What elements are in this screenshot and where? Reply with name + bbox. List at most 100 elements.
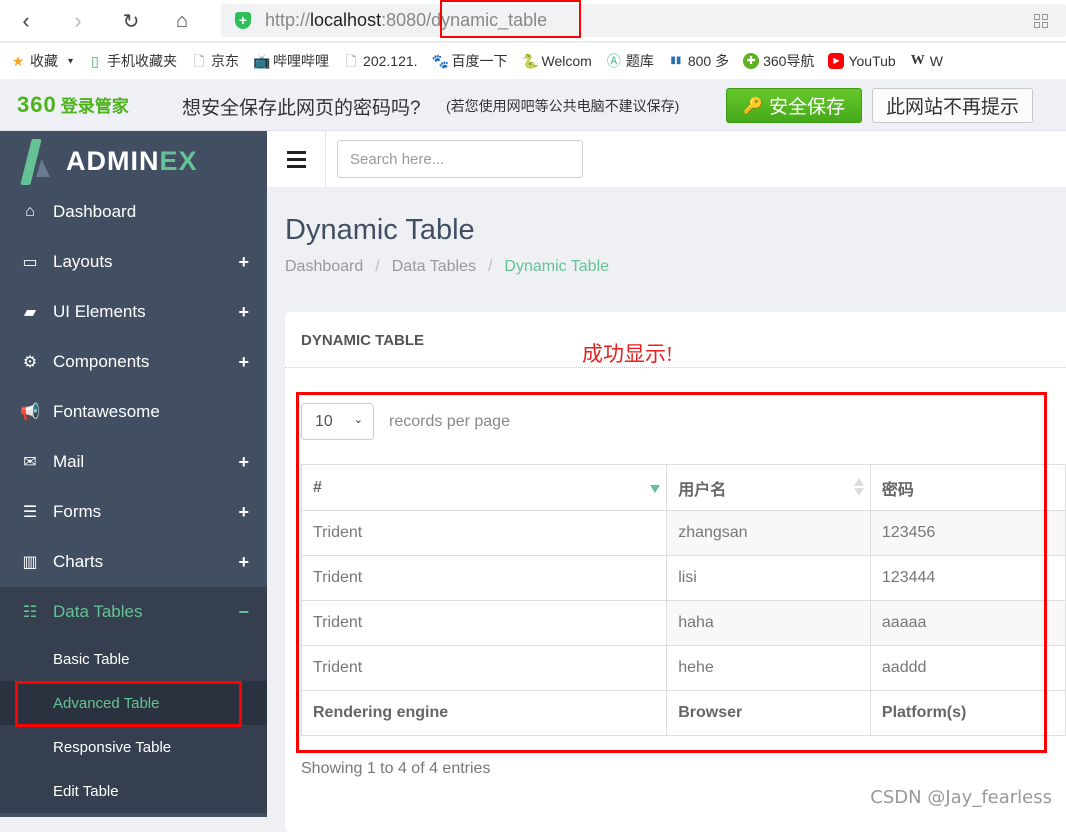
url-highlight-box (440, 0, 581, 38)
sidebar-item-fontawesome[interactable]: 📢 Fontawesome (0, 387, 267, 437)
sidebar-item-components[interactable]: ⚙ Components + (0, 337, 267, 387)
envelope-icon: ✉ (23, 454, 37, 471)
submenu-item-responsive-table[interactable]: Responsive Table (0, 725, 267, 769)
bullhorn-icon: 📢 (20, 404, 40, 421)
sidebar-item-label: Components (53, 352, 150, 371)
bookmark-baidu[interactable]: 🐾 百度一下 (432, 51, 508, 71)
bookmark-favorites[interactable]: ★ 收藏 ▾ (10, 51, 73, 71)
submenu-item-basic-table[interactable]: Basic Table (0, 637, 267, 681)
sidebar-item-layouts[interactable]: ▭ Layouts + (0, 237, 267, 287)
panel-title: DYNAMIC TABLE (301, 332, 425, 349)
save-password-note: (若您使用网吧等公共电脑不建议保存) (446, 98, 680, 114)
bookmark-mobile[interactable]: ▯ 手机收藏夹 (87, 51, 177, 71)
plus-icon[interactable]: + (238, 302, 249, 323)
bookmark-label: 京东 (211, 53, 240, 69)
bookmark-python[interactable]: 🐍 Welcom (522, 53, 592, 69)
address-bar[interactable]: + http://localhost:8080/dynamic_table (221, 4, 1066, 37)
bookmark-ip[interactable]: 🗋 202.121. (343, 53, 418, 69)
bookmarks-bar: ★ 收藏 ▾ ▯ 手机收藏夹 🗋 京东 📺 哔哩哔哩 🗋 202.121. 🐾 百度一下 🐍 W… (0, 43, 1066, 79)
bookmark-800[interactable]: ▮▮ 800 多 (668, 51, 729, 71)
bookmark-label: Welcom (541, 53, 592, 69)
column-header-username[interactable]: 用户名 (666, 464, 871, 511)
safe-save-label: 安全保存 (768, 97, 845, 118)
phone-icon: ▯ (91, 53, 99, 69)
data-tables-submenu: Basic Table Advanced Table Responsive Ta… (0, 637, 267, 813)
brand-name: ADMIN (66, 145, 160, 176)
breadcrumb-separator: / (375, 258, 380, 275)
sidebar-item-forms[interactable]: ☰ Forms + (0, 487, 267, 537)
table-cell: hehe (666, 645, 871, 691)
bookmark-label: 202.121. (363, 53, 418, 69)
bookmark-wikipedia[interactable]: WW (910, 53, 943, 69)
never-prompt-button[interactable]: 此网站不再提示 (872, 88, 1033, 123)
plus-icon[interactable]: + (238, 452, 249, 473)
bookmark-360nav[interactable]: ✚ 360导航 (743, 51, 814, 71)
table-cell: aaddd (869, 645, 1066, 691)
bookmark-jd[interactable]: 🗋 京东 (191, 51, 239, 71)
footer-cell: Rendering engine (300, 690, 668, 736)
qr-code-icon[interactable] (1034, 14, 1048, 28)
page-length-label: records per page (389, 412, 510, 430)
bars-icon: ▮▮ (670, 55, 682, 66)
table-cell: haha (666, 600, 871, 646)
sidebar-item-label: UI Elements (53, 302, 146, 321)
table-cell: Trident (300, 600, 668, 646)
plus-icon[interactable]: + (238, 252, 249, 273)
column-header-label: 密码 (881, 481, 914, 499)
bookmark-bilibili[interactable]: 📺 哔哩哔哩 (253, 51, 329, 71)
sidebar-item-data-tables[interactable]: ☷ Data Tables − (0, 587, 267, 637)
home-icon: ⌂ (175, 9, 189, 32)
url-host: localhost (310, 10, 382, 30)
submenu-item-advanced-table[interactable]: Advanced Table (0, 681, 267, 727)
table-cell: Trident (300, 510, 668, 556)
menu-toggle-button[interactable] (267, 131, 326, 187)
breadcrumb-dashboard[interactable]: Dashboard (285, 258, 363, 275)
sidebar-item-charts[interactable]: ▥ Charts + (0, 537, 267, 587)
page-icon: 🗋 (193, 53, 205, 69)
breadcrumb-current: Dynamic Table (504, 258, 610, 275)
sidebar-item-dashboard[interactable]: ⌂ Dashboard (0, 187, 267, 237)
column-header-id[interactable]: # (300, 464, 668, 511)
safe-save-button[interactable]: 🔑 安全保存 (726, 88, 862, 123)
plus-icon[interactable]: + (238, 352, 249, 373)
plus-icon[interactable]: + (238, 552, 249, 573)
minus-icon[interactable]: − (238, 602, 249, 623)
sort-desc-icon (650, 485, 661, 493)
sidebar-item-label: Dashboard (53, 202, 137, 221)
reload-button[interactable]: ↻ (117, 7, 145, 35)
star-icon: ★ (11, 53, 25, 69)
table-list-icon: ☷ (22, 604, 38, 621)
table-cell: 123456 (869, 510, 1066, 556)
top-header (267, 131, 1066, 187)
brand-logo[interactable]: ADMINEX (20, 136, 198, 186)
footer-cell: Browser (666, 690, 871, 736)
logo-number: 360 (17, 92, 57, 117)
search-input[interactable] (337, 140, 583, 178)
home-button[interactable]: ⌂ (168, 7, 196, 35)
brand-accent: EX (159, 145, 198, 176)
submenu-item-edit-table[interactable]: Edit Table (0, 769, 267, 813)
page-length-select[interactable]: 10 ⌄ (301, 403, 374, 440)
bookmark-youtube[interactable]: ▶ YouTub (828, 53, 896, 69)
back-button[interactable]: ‹ (12, 7, 40, 35)
sidebar-item-mail[interactable]: ✉ Mail + (0, 437, 267, 487)
table-row: Trident hehe aaddd (300, 645, 1066, 691)
laptop-icon: ▭ (22, 254, 38, 271)
youtube-icon: ▶ (828, 53, 845, 69)
column-header-label: 用户名 (678, 481, 727, 499)
breadcrumb-data-tables[interactable]: Data Tables (392, 258, 476, 275)
360-logo: 360 登录管家 (17, 92, 129, 118)
bookmark-label: W (929, 53, 943, 69)
data-table: # 用户名 密码 Trident zhangsan 123456 Trident… (300, 464, 1066, 736)
page-title: Dynamic Table (285, 214, 475, 246)
dropdown-icon[interactable]: ▾ (68, 56, 73, 67)
forward-button[interactable]: › (64, 7, 92, 35)
cogs-icon: ⚙ (22, 354, 38, 371)
column-header-password[interactable]: 密码 (869, 464, 1066, 511)
sidebar-item-ui-elements[interactable]: ▰ UI Elements + (0, 287, 267, 337)
breadcrumb: Dashboard / Data Tables / Dynamic Table (285, 258, 609, 276)
plus-icon[interactable]: + (238, 502, 249, 523)
logo-text: 登录管家 (60, 97, 129, 116)
sidebar-item-label: Layouts (53, 252, 113, 271)
bookmark-tiku[interactable]: Ⓐ 题库 (606, 51, 654, 71)
